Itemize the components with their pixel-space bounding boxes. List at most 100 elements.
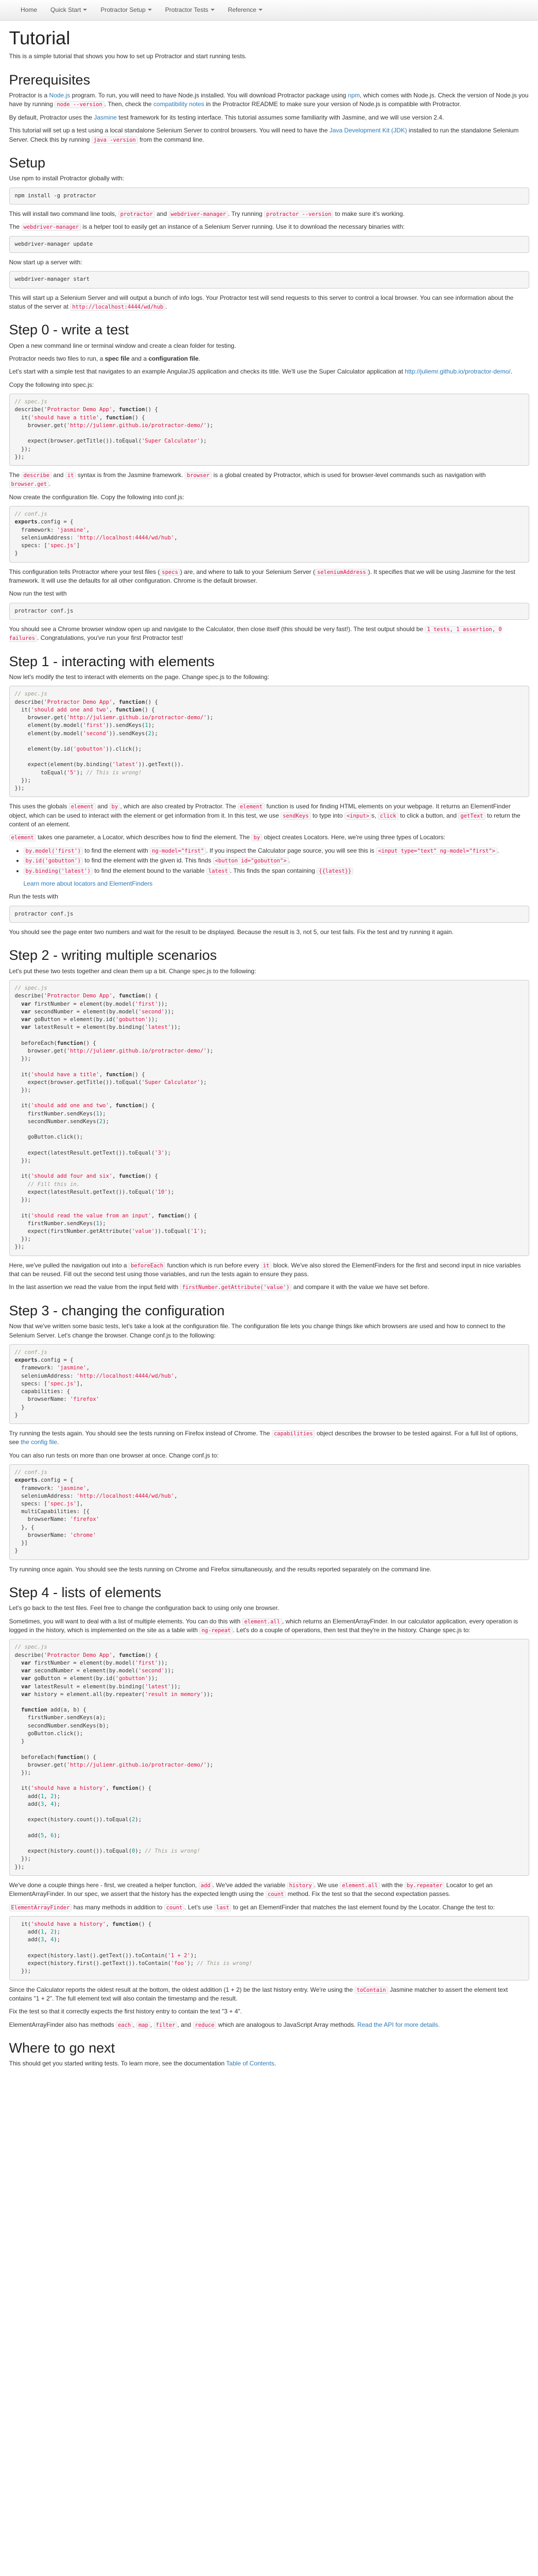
chevron-down-icon [210,9,215,11]
inline-code: by [251,834,263,842]
inline-code: <input type="text" ng-model="first"> [376,847,497,855]
inline-code: <input> [344,812,372,820]
step3-p3: You can also run tests on more than one … [9,1451,219,1459]
nav-protractor-setup[interactable]: Protractor Setup [94,1,158,20]
inline-code: last [214,1904,232,1911]
step3-p2: Try running the tests again. You should … [9,1429,518,1446]
inline-code: it [261,1262,272,1269]
step4-p3: We've done a couple things here - first,… [9,1881,493,1899]
inline-code: ng-model="first" [150,847,206,855]
inline-code: count [164,1904,185,1911]
prereq-p1: Protractor is a Node.js program. To run,… [9,91,529,109]
table-of-contents-link[interactable]: Table of Contents [226,2060,274,2067]
inline-code: element [9,834,36,842]
intro-paragraph: This is a simple tutorial that shows you… [9,53,247,60]
inline-code: filter [153,2021,178,2029]
code-block-spec-js-step1: // spec.js describe('Protractor Demo App… [9,686,529,798]
inline-code: webdriver-manager [21,224,81,231]
inline-code: element.all [340,1882,380,1889]
chevron-down-icon [83,9,88,11]
step2-p2: Here, we've pulled the navigation out in… [9,1261,521,1278]
inline-code: history [287,1882,314,1889]
jasmine-link[interactable]: Jasmine [94,114,117,121]
inline-code: ng-repeat [199,1627,233,1635]
inline-code: add [198,1882,213,1889]
top-navbar: Home Quick Start Protractor Setup Protra… [0,0,538,21]
nodejs-link[interactable]: Node.js [49,92,71,99]
setup-p1: Use npm to install Protractor globally w… [9,175,124,182]
inline-code: element.all [242,1618,282,1625]
code-block-spec-js: // spec.js describe('Protractor Demo App… [9,394,529,466]
main-content: Tutorial This is a simple tutorial that … [9,27,529,2093]
inline-code: by.model('first') [23,847,83,855]
nav-protractor-setup-label: Protractor Setup [100,6,146,13]
step3-heading: Step 3 - changing the configuration [9,1302,225,1318]
api-link[interactable]: Read the API for more details. [357,2021,440,2028]
inline-code: by [109,803,120,811]
inline-code: capabilities [271,1430,315,1437]
step0-p8: Now run the test with [9,590,67,598]
step1-p1: Now let's modify the test to interact wi… [9,673,269,681]
inline-code: http://localhost:4444/wd/hub [70,303,166,311]
inline-code: java -version [91,136,138,144]
config-file-link[interactable]: the config file [21,1438,57,1446]
inline-code: count [265,1891,286,1899]
inline-code: by.repeater [404,1882,445,1889]
step4-p7: ElementArrayFinder also has methods each… [9,2021,440,2029]
code-block-run-protractor: protractor conf.js [9,602,529,620]
inline-code: node --version [55,101,105,109]
code-block-webdriver-update: webdriver-manager update [9,235,529,253]
inline-code: getText [458,812,485,820]
inline-code: latest [206,867,230,875]
setup-p5: This will start up a Selenium Server and… [9,294,514,311]
jdk-link[interactable]: Java Development Kit (JDK) [329,127,407,134]
step1-p5: You should see the page enter two number… [9,928,454,936]
step2-p3: In the last assertion we read the value … [9,1283,429,1292]
setup-p2: This will install two command line tools… [9,210,405,218]
protractor-demo-link[interactable]: http://juliemr.github.io/protractor-demo… [405,368,510,375]
step1-learn-more: Learn more about locators and ElementFin… [9,879,529,888]
learn-more-locators-link[interactable]: Learn more about locators and ElementFin… [24,880,153,887]
inline-code: it [65,472,76,480]
nav-quick-start[interactable]: Quick Start [44,1,93,20]
inline-code: {{latest}} [317,867,354,875]
step0-p6: Now create the configuration file. Copy … [9,493,184,501]
inline-code: click [378,812,398,820]
code-block-conf-js-firefox: // conf.js exports.config = { framework:… [9,1344,529,1424]
step4-p1: Let's go back to the test files. Feel fr… [9,1604,280,1612]
step0-p9: You should see a Chrome browser window o… [9,625,502,642]
code-block-webdriver-start: webdriver-manager start [9,271,529,289]
page-title: Tutorial [9,27,71,48]
inline-code: map [136,2021,150,2029]
inline-code: browser [184,472,212,480]
step4-heading: Step 4 - lists of elements [9,1584,162,1600]
compatibility-notes-link[interactable]: compatibility notes [153,100,204,108]
next-heading: Where to go next [9,2040,115,2056]
locator-list: by.model('first') to find the element wi… [9,846,529,875]
inline-code: seleniumAddress [315,568,368,576]
chevron-down-icon [147,9,152,11]
setup-p4: Now start up a server with: [9,258,82,266]
code-block-history-test: it('should have a history', function() {… [9,1916,529,1980]
nav-protractor-tests[interactable]: Protractor Tests [159,1,221,20]
inline-code: by.binding('latest') [23,867,93,875]
nav-reference[interactable]: Reference [222,1,269,20]
nav-reference-label: Reference [228,6,256,13]
step0-p1: Open a new command line or terminal wind… [9,342,236,349]
step0-p5: The describe and it syntax is from the J… [9,471,486,488]
nav-home-label: Home [21,6,38,13]
step2-heading: Step 2 - writing multiple scenarios [9,947,217,963]
npm-link[interactable]: npm [348,92,360,99]
step1-p4: Run the tests with [9,893,58,901]
inline-code: sendKeys [281,812,311,820]
step3-p1: Now that we've written some basic tests,… [9,1323,506,1339]
inline-code: browser.get [9,481,49,488]
nav-home[interactable]: Home [14,1,43,20]
chevron-down-icon [258,9,263,11]
list-item: by.id('gobutton') to find the element wi… [23,856,529,865]
inline-code: ElementArrayFinder [9,1904,72,1911]
inline-code: each [115,2021,133,2029]
next-p1: This should get you started writing test… [9,2060,276,2067]
inline-code: beforeEach [128,1262,166,1269]
inline-code: element [68,803,96,811]
